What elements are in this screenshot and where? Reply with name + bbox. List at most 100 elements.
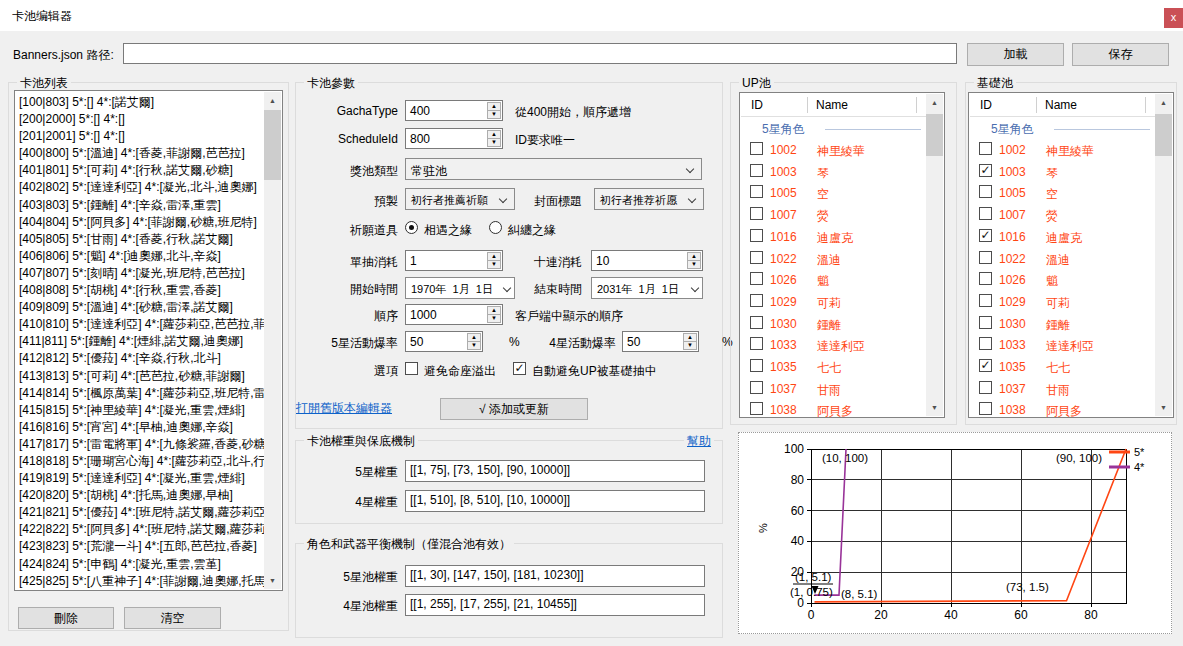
row-checkbox[interactable]	[750, 207, 763, 220]
load-button[interactable]: 加載	[967, 43, 1064, 66]
list-item[interactable]: [414|814] 5*:[楓原萬葉] 4*:[蘿莎莉亞,班尼特,雷澤]	[16, 385, 264, 402]
pool-row[interactable]: 1035七七	[970, 356, 1155, 378]
list-item[interactable]: [408|808] 5*:[胡桃] 4*:[行秋,重雲,香菱]	[16, 282, 264, 299]
row-checkbox[interactable]	[750, 337, 763, 350]
pool-row[interactable]: 1026魈	[970, 269, 1155, 291]
row-checkbox[interactable]	[979, 164, 992, 177]
list-item[interactable]: [422|822] 5*:[阿貝多] 4*:[班尼特,諾艾爾,蘿莎莉亞]	[16, 521, 264, 538]
list-item[interactable]: [406|806] 5*:[魈] 4*:[迪奧娜,北斗,辛焱]	[16, 248, 264, 265]
cover-combobox[interactable]: 初行者推荐祈愿	[594, 188, 704, 210]
spinner-down-icon[interactable]: ▼	[683, 341, 697, 350]
pool-list-scrollbar[interactable]: ▲ ▼	[264, 92, 281, 589]
scrollbar-thumb[interactable]	[926, 114, 943, 156]
path-input[interactable]	[123, 43, 957, 64]
scroll-down-icon[interactable]: ▼	[926, 399, 943, 416]
pool-row[interactable]: 1016迪盧克	[741, 226, 926, 248]
list-item[interactable]: [407|807] 5*:[刻晴] 4*:[凝光,班尼特,芭芭拉]	[16, 265, 264, 282]
column-header-name[interactable]: Name	[1045, 98, 1077, 112]
row-checkbox[interactable]	[750, 316, 763, 329]
pool-row[interactable]: 1037甘雨	[741, 378, 926, 400]
pool-row[interactable]: 1005空	[970, 182, 1155, 204]
list-item[interactable]: [411|811] 5*:[鍾離] 4*:[煙緋,諾艾爾,迪奧娜]	[16, 333, 264, 350]
list-item[interactable]: [416|816] 5*:[宵宮] 4*:[早柚,迪奧娜,辛焱]	[16, 419, 264, 436]
list-item[interactable]: [413|813] 5*:[可莉] 4*:[芭芭拉,砂糖,菲謝爾]	[16, 368, 264, 385]
row-checkbox[interactable]	[979, 359, 992, 372]
list-item[interactable]: [201|2001] 5*:[] 4*:[]	[16, 128, 264, 145]
row-checkbox[interactable]	[979, 381, 992, 394]
spinner-down-icon[interactable]: ▼	[487, 314, 501, 323]
scroll-up-icon[interactable]: ▲	[1155, 94, 1172, 111]
pool-row[interactable]: 1035七七	[741, 356, 926, 378]
list-item[interactable]: [402|802] 5*:[達達利亞] 4*:[凝光,北斗,迪奧娜]	[16, 179, 264, 196]
gachatype-spinner[interactable]: 400 ▲▼	[405, 100, 503, 121]
list-item[interactable]: [423|823] 5*:[荒瀧一斗] 4*:[五郎,芭芭拉,香菱]	[16, 538, 264, 555]
spinner-down-icon[interactable]: ▼	[487, 138, 501, 147]
save-button[interactable]: 保存	[1072, 43, 1169, 66]
scroll-down-icon[interactable]: ▼	[1155, 399, 1172, 416]
row-checkbox[interactable]	[750, 164, 763, 177]
row-checkbox[interactable]	[750, 142, 763, 155]
end-datepicker[interactable]: 2031年 1月 1日	[591, 277, 703, 299]
list-item[interactable]: [415|815] 5*:[神里綾華] 4*:[凝光,重雲,煙緋]	[16, 402, 264, 419]
list-item[interactable]: [419|819] 5*:[達達利亞] 4*:[凝光,重雲,煙緋]	[16, 470, 264, 487]
pool-row[interactable]: 1022溫迪	[970, 248, 1155, 270]
pool-row[interactable]: 1022溫迪	[741, 248, 926, 270]
avoid-up-in-base-checkbox[interactable]	[513, 362, 526, 375]
pool-listbox[interactable]: [100|803] 5*:[] 4*:[諾艾爾][200|2000] 5*:[]…	[14, 90, 283, 591]
row-checkbox[interactable]	[979, 185, 992, 198]
row-checkbox[interactable]	[979, 272, 992, 285]
row-checkbox[interactable]	[979, 207, 992, 220]
column-header-id[interactable]: ID	[980, 98, 992, 112]
row-checkbox[interactable]	[750, 185, 763, 198]
pool-row[interactable]: 1038阿貝多	[741, 399, 926, 421]
list-item[interactable]: [409|809] 5*:[溫迪] 4*:[砂糖,雷澤,諾艾爾]	[16, 299, 264, 316]
add-update-button[interactable]: √ 添加或更新	[440, 398, 588, 420]
pool-row[interactable]: 1029可莉	[970, 291, 1155, 313]
pool-row[interactable]: 1038阿貝多	[970, 399, 1155, 421]
pooltype-combobox[interactable]: 常驻池	[405, 158, 702, 180]
rate4-spinner[interactable]: 50 ▲▼	[622, 331, 699, 352]
list-item[interactable]: [425|825] 5*:[八重神子] 4*:[菲謝爾,迪奧娜,托馬]	[16, 573, 264, 589]
pool-row[interactable]: 1005空	[741, 182, 926, 204]
scroll-up-icon[interactable]: ▲	[926, 94, 943, 111]
row-checkbox[interactable]	[979, 229, 992, 242]
row-checkbox[interactable]	[750, 294, 763, 307]
column-header-id[interactable]: ID	[751, 98, 763, 112]
row-checkbox[interactable]	[979, 251, 992, 264]
base-pool-list[interactable]: ID Name 5星角色 1002神里綾華1003琴1005空1007熒1016…	[968, 92, 1174, 418]
row-checkbox[interactable]	[750, 359, 763, 372]
list-item[interactable]: [404|804] 5*:[阿貝多] 4*:[菲謝爾,砂糖,班尼特]	[16, 214, 264, 231]
pool-row[interactable]: 1029可莉	[741, 291, 926, 313]
row-checkbox[interactable]	[750, 402, 763, 415]
pool-row[interactable]: 1037甘雨	[970, 378, 1155, 400]
row-checkbox[interactable]	[979, 316, 992, 329]
row-checkbox[interactable]	[979, 142, 992, 155]
list-item[interactable]: [405|805] 5*:[甘雨] 4*:[香菱,行秋,諾艾爾]	[16, 231, 264, 248]
list-item[interactable]: [417|817] 5*:[雷電將軍] 4*:[九條裟羅,香菱,砂糖]	[16, 436, 264, 453]
row-checkbox[interactable]	[979, 294, 992, 307]
row-checkbox[interactable]	[750, 229, 763, 242]
pool-row[interactable]: 1002神里綾華	[970, 139, 1155, 161]
pool-row[interactable]: 1033達達利亞	[970, 334, 1155, 356]
pool-row[interactable]: 1007熒	[970, 204, 1155, 226]
pool-row[interactable]: 1026魈	[741, 269, 926, 291]
base-pool-scrollbar[interactable]: ▲ ▼	[1155, 94, 1172, 416]
pool-row[interactable]: 1030鍾離	[970, 313, 1155, 335]
spinner-down-icon[interactable]: ▼	[467, 341, 481, 350]
pool-row[interactable]: 1016迪盧克	[970, 226, 1155, 248]
list-item[interactable]: [418|818] 5*:[珊瑚宮心海] 4*:[蘿莎莉亞,北斗,行秋]	[16, 453, 264, 470]
pool-row[interactable]: 1002神里綾華	[741, 139, 926, 161]
scroll-up-icon[interactable]: ▲	[264, 92, 281, 109]
avoid-constellation-checkbox[interactable]	[405, 362, 418, 375]
pool-row[interactable]: 1003琴	[741, 161, 926, 183]
ten-spinner[interactable]: 10 ▲▼	[591, 250, 703, 271]
list-item[interactable]: [424|824] 5*:[申鶴] 4*:[凝光,重雲,雲堇]	[16, 556, 264, 573]
order-spinner[interactable]: 1000 ▲▼	[405, 304, 503, 325]
pool-row[interactable]: 1033達達利亞	[741, 334, 926, 356]
list-item[interactable]: [420|820] 5*:[胡桃] 4*:[托馬,迪奧娜,早柚]	[16, 487, 264, 504]
rate5-spinner[interactable]: 50 ▲▼	[405, 331, 483, 352]
help-link[interactable]: 幫助	[684, 433, 714, 450]
spinner-down-icon[interactable]: ▼	[487, 110, 501, 119]
delete-button[interactable]: 刪除	[18, 607, 114, 629]
list-item[interactable]: [412|812] 5*:[優菈] 4*:[辛焱,行秋,北斗]	[16, 350, 264, 367]
